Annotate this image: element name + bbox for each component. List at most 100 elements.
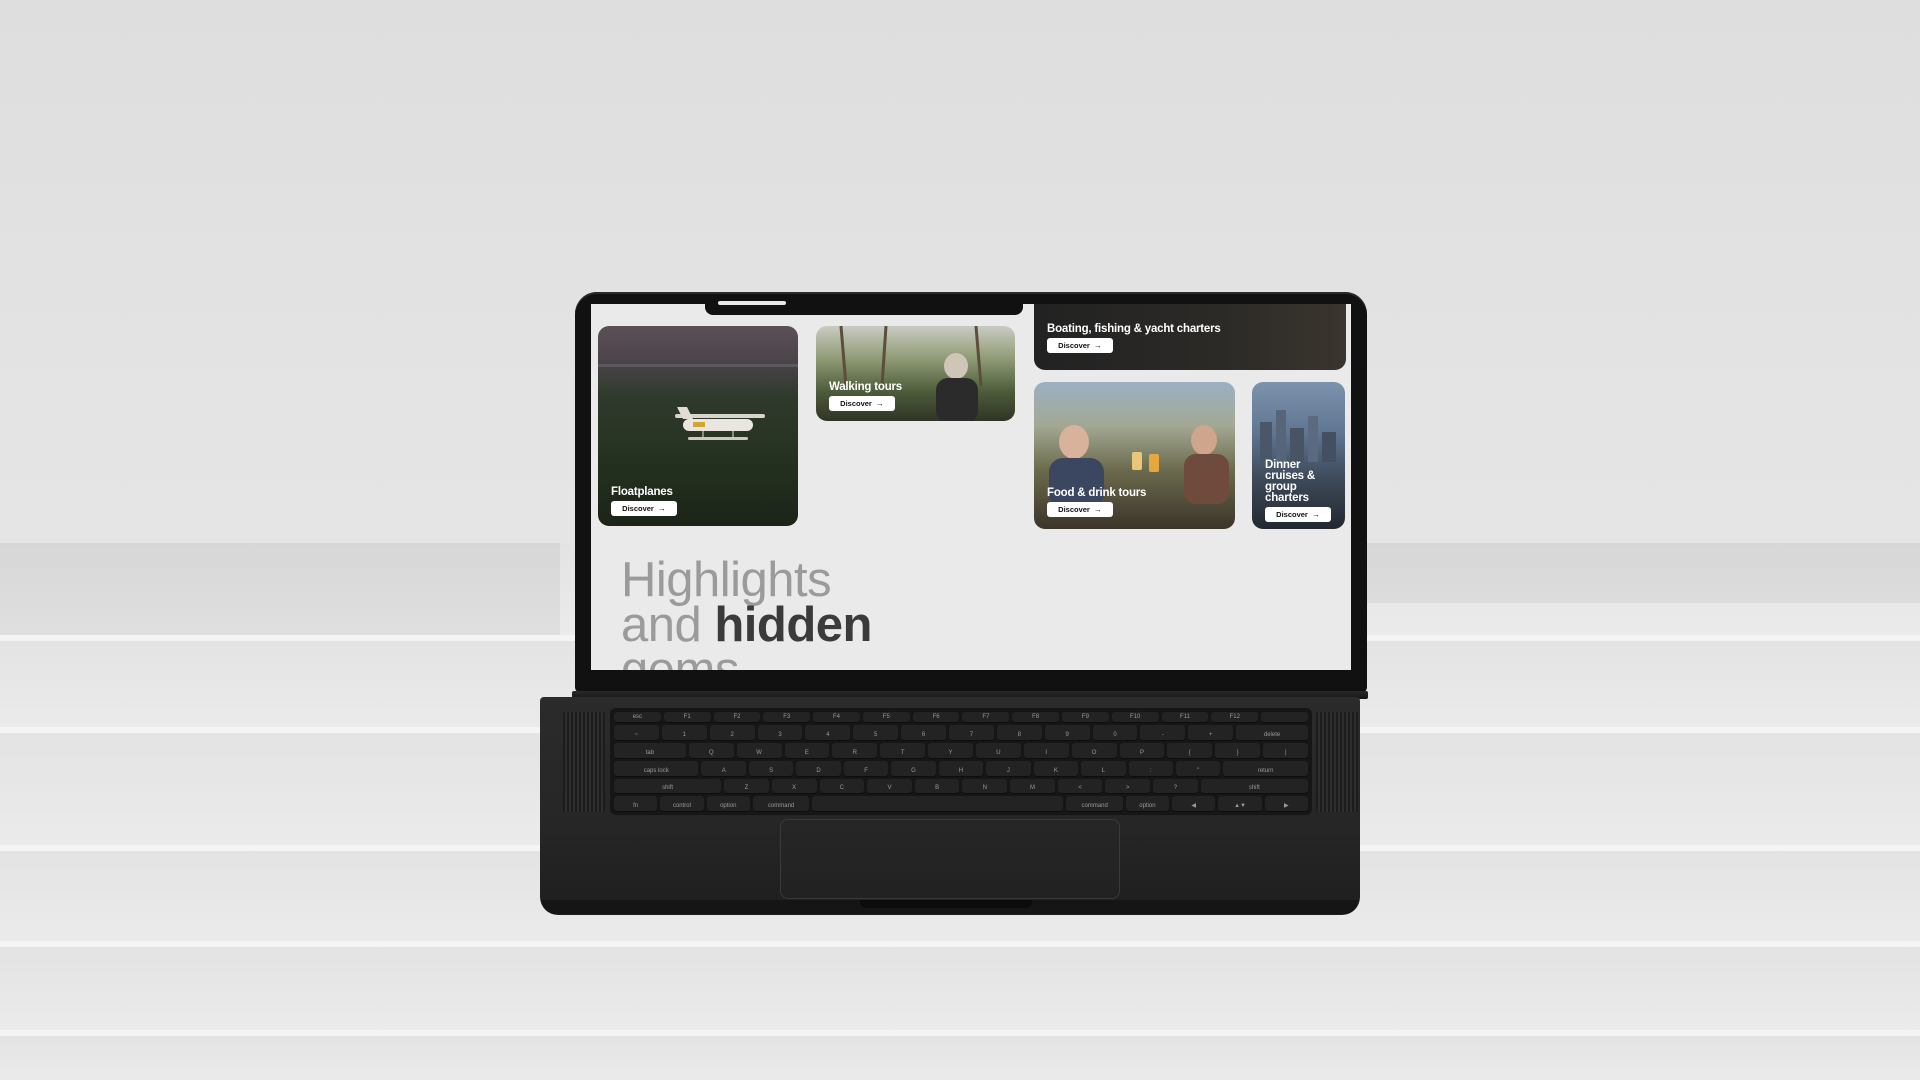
key[interactable]: F6 xyxy=(912,712,960,723)
key[interactable]: | xyxy=(1263,743,1308,758)
discover-button[interactable]: Discover → xyxy=(1047,338,1113,353)
card-walking-tours[interactable]: Walking tours Discover → xyxy=(816,326,1015,421)
key[interactable]: R xyxy=(832,743,878,758)
command-key[interactable]: command xyxy=(752,796,810,811)
key[interactable]: 7 xyxy=(949,725,994,741)
key[interactable]: F10 xyxy=(1111,712,1159,723)
key[interactable]: X xyxy=(771,778,817,794)
key[interactable]: + xyxy=(1188,725,1234,741)
key[interactable]: F2 xyxy=(713,712,761,723)
delete-key[interactable]: delete xyxy=(1236,725,1308,741)
power-key[interactable] xyxy=(1261,712,1308,723)
notch-indicator xyxy=(718,301,786,305)
key[interactable]: } xyxy=(1215,743,1261,758)
key[interactable]: Q xyxy=(688,743,734,758)
key[interactable]: O xyxy=(1071,743,1117,758)
shift-key[interactable]: shift xyxy=(1200,778,1308,794)
card-dinner-cruises[interactable]: Dinner cruises & group charters Discover… xyxy=(1252,382,1345,529)
key[interactable]: S xyxy=(748,760,794,776)
key[interactable]: H xyxy=(938,760,984,776)
key[interactable]: F xyxy=(843,760,889,776)
key[interactable]: B xyxy=(914,778,960,794)
key[interactable]: - xyxy=(1140,725,1186,741)
key[interactable]: G xyxy=(891,760,936,776)
key[interactable]: 2 xyxy=(709,725,755,741)
key[interactable]: M xyxy=(1010,778,1055,794)
discover-button[interactable]: Discover → xyxy=(1047,502,1113,517)
fn-key[interactable]: fn xyxy=(614,796,658,811)
key[interactable]: L xyxy=(1081,760,1126,776)
caps-lock-key[interactable]: caps lock xyxy=(614,760,699,776)
key[interactable]: F11 xyxy=(1161,712,1209,723)
discover-button[interactable]: Discover → xyxy=(1265,507,1331,522)
option-key[interactable]: option xyxy=(706,796,750,811)
key[interactable]: Z xyxy=(724,778,769,794)
key[interactable]: 1 xyxy=(661,725,707,741)
key[interactable]: 9 xyxy=(1044,725,1090,741)
arrow-right-key[interactable]: ▶ xyxy=(1264,796,1309,811)
shift-key[interactable]: shift xyxy=(614,778,722,794)
key[interactable]: T xyxy=(880,743,926,758)
key[interactable]: V xyxy=(867,778,912,794)
card-food-drink[interactable]: Food & drink tours Discover → xyxy=(1034,382,1235,529)
key[interactable]: ~ xyxy=(614,725,659,741)
key[interactable]: J xyxy=(986,760,1031,776)
key[interactable]: Y xyxy=(928,743,973,758)
key[interactable]: F7 xyxy=(962,712,1010,723)
key[interactable]: : xyxy=(1128,760,1173,776)
key[interactable]: 8 xyxy=(996,725,1042,741)
card-boating[interactable]: Boating, fishing & yacht charters Discov… xyxy=(1034,304,1346,370)
key[interactable]: 6 xyxy=(901,725,947,741)
key[interactable]: P xyxy=(1119,743,1165,758)
key[interactable]: F4 xyxy=(813,712,860,723)
card-floatplanes[interactable]: Floatplanes Discover → xyxy=(598,326,798,526)
keyboard[interactable]: esc F1 F2 F3 F4 F5 F6 F7 F8 F9 F10 F11 F… xyxy=(610,708,1312,815)
key[interactable]: 0 xyxy=(1092,725,1138,741)
key[interactable]: F9 xyxy=(1062,712,1109,723)
arrow-left-key[interactable]: ◀ xyxy=(1172,796,1216,811)
control-key[interactable]: control xyxy=(660,796,704,811)
key[interactable]: U xyxy=(975,743,1021,758)
background-step xyxy=(0,947,1920,1030)
trackpad[interactable] xyxy=(780,819,1120,899)
key[interactable]: { xyxy=(1167,743,1213,758)
discover-button[interactable]: Discover → xyxy=(611,501,677,516)
key[interactable]: W xyxy=(736,743,782,758)
key[interactable]: F3 xyxy=(763,712,811,723)
key[interactable]: < xyxy=(1057,778,1103,794)
arrow-up-down-key[interactable]: ▲▼ xyxy=(1218,796,1262,811)
section-headline: Highlights and hidden gems xyxy=(621,553,872,671)
keyboard-row: ~ 1 2 3 4 5 6 7 8 9 0 - + delete xyxy=(614,725,1308,741)
key[interactable]: 3 xyxy=(757,725,803,741)
arrow-right-icon: → xyxy=(657,504,666,513)
option-key[interactable]: option xyxy=(1125,796,1170,811)
key[interactable]: N xyxy=(962,778,1008,794)
key[interactable]: F5 xyxy=(862,712,910,723)
key[interactable]: 4 xyxy=(805,725,851,741)
space-bar[interactable] xyxy=(812,796,1064,811)
key[interactable]: F8 xyxy=(1012,712,1060,723)
headline-line-1: Highlights xyxy=(621,553,832,607)
key[interactable]: 5 xyxy=(853,725,899,741)
key[interactable]: C xyxy=(819,778,865,794)
key[interactable]: esc xyxy=(614,712,661,723)
key[interactable]: F12 xyxy=(1211,712,1259,723)
key[interactable]: ? xyxy=(1153,778,1198,794)
key[interactable]: F1 xyxy=(663,712,711,723)
command-key[interactable]: command xyxy=(1066,796,1123,811)
card-label: Floatplanes xyxy=(611,486,673,498)
return-key[interactable]: return xyxy=(1223,760,1308,776)
key[interactable]: D xyxy=(796,760,841,776)
key[interactable]: I xyxy=(1023,743,1069,758)
key[interactable]: K xyxy=(1033,760,1079,776)
key[interactable]: A xyxy=(701,760,746,776)
key[interactable]: > xyxy=(1105,778,1151,794)
key[interactable]: " xyxy=(1176,760,1221,776)
keyboard-row: caps lock A S D F G H J K L : " return xyxy=(614,760,1308,776)
discover-label: Discover xyxy=(1276,510,1308,519)
key[interactable]: E xyxy=(784,743,830,758)
keyboard-row: tab Q W E R T Y U I O P { } | xyxy=(614,743,1308,758)
arrow-right-icon: → xyxy=(1093,341,1102,350)
tab-key[interactable]: tab xyxy=(614,743,686,758)
discover-button[interactable]: Discover → xyxy=(829,396,895,411)
